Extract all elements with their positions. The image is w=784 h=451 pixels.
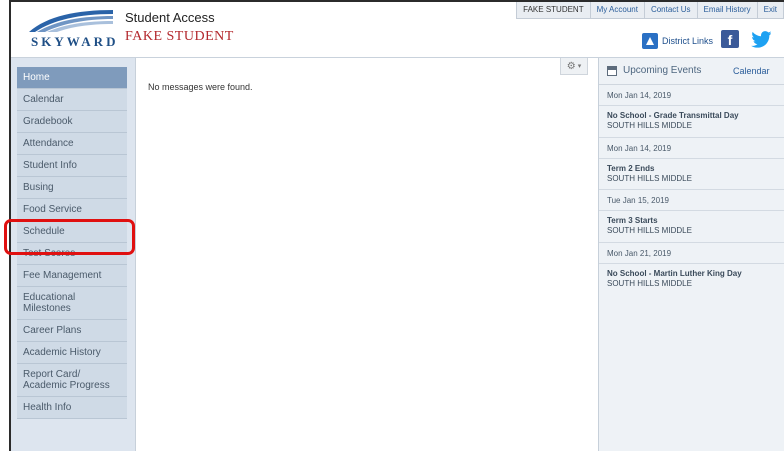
- upcoming-events-panel: Upcoming Events Calendar Mon Jan 14, 201…: [599, 58, 784, 451]
- app-title: Student Access: [125, 10, 215, 25]
- event-item[interactable]: Mon Jan 14, 2019 Term 2 Ends SOUTH HILLS…: [599, 138, 784, 183]
- event-title: No School - Grade Transmittal Day: [607, 111, 739, 120]
- settings-gear-button[interactable]: ⚙ ▾: [560, 58, 588, 75]
- top-link-contact-us[interactable]: Contact Us: [645, 2, 698, 18]
- messages-empty-text: No messages were found.: [148, 82, 253, 92]
- facebook-icon[interactable]: f: [721, 30, 739, 48]
- sidebar-item-report-card[interactable]: Report Card/ Academic Progress: [17, 364, 127, 397]
- event-location: SOUTH HILLS MIDDLE: [607, 174, 692, 183]
- sidebar-item-academic-history[interactable]: Academic History: [17, 342, 127, 364]
- event-date: Mon Jan 14, 2019: [607, 144, 672, 153]
- sidebar-item-calendar[interactable]: Calendar: [17, 89, 127, 111]
- skyward-logo: SKYWARD: [27, 8, 117, 52]
- sidebar-item-health-info[interactable]: Health Info: [17, 397, 127, 419]
- event-title: Term 3 Starts: [607, 216, 658, 225]
- chevron-down-icon: ▾: [577, 63, 582, 70]
- sidebar-item-gradebook[interactable]: Gradebook: [17, 111, 127, 133]
- logo-text: SKYWARD: [31, 34, 119, 49]
- sidebar-item-attendance[interactable]: Attendance: [17, 133, 127, 155]
- sidebar-item-home[interactable]: Home: [17, 67, 127, 89]
- sidebar-item-busing[interactable]: Busing: [17, 177, 127, 199]
- header: SKYWARD Student Access FAKE STUDENT FAKE…: [11, 2, 784, 58]
- event-title: No School - Martin Luther King Day: [607, 269, 742, 278]
- event-item[interactable]: Tue Jan 15, 2019 Term 3 Starts SOUTH HIL…: [599, 190, 784, 235]
- top-link-exit[interactable]: Exit: [758, 2, 784, 18]
- events-title: Upcoming Events: [623, 65, 702, 76]
- event-location: SOUTH HILLS MIDDLE: [607, 121, 692, 130]
- event-item[interactable]: Mon Jan 14, 2019 No School - Grade Trans…: [599, 85, 784, 130]
- top-link-email-history[interactable]: Email History: [698, 2, 758, 18]
- top-links-bar: FAKE STUDENT My Account Contact Us Email…: [516, 2, 784, 19]
- event-date: Mon Jan 21, 2019: [607, 249, 672, 258]
- logo-swoosh-icon: [29, 10, 113, 32]
- event-location: SOUTH HILLS MIDDLE: [607, 279, 692, 288]
- sidebar-item-food-service[interactable]: Food Service: [17, 199, 127, 221]
- top-link-student: FAKE STUDENT: [517, 2, 591, 18]
- district-building-icon: [642, 32, 658, 49]
- event-location: SOUTH HILLS MIDDLE: [607, 226, 692, 235]
- gear-icon: ⚙: [566, 60, 576, 72]
- sidebar-item-educational-milestones[interactable]: Educational Milestones: [17, 287, 127, 320]
- top-link-my-account[interactable]: My Account: [591, 2, 645, 18]
- schedule-highlight-outline: [4, 219, 135, 255]
- app-window: SKYWARD Student Access FAKE STUDENT FAKE…: [0, 0, 784, 451]
- events-header: Upcoming Events Calendar: [599, 58, 784, 85]
- district-links-button[interactable]: District Links: [642, 31, 713, 50]
- student-name: FAKE STUDENT: [125, 29, 234, 44]
- event-title: Term 2 Ends: [607, 164, 655, 173]
- event-date: Tue Jan 15, 2019: [607, 196, 669, 205]
- main-content: ⚙ ▾ No messages were found.: [136, 58, 599, 451]
- district-links-label: District Links: [662, 35, 714, 46]
- twitter-icon[interactable]: [751, 31, 771, 48]
- calendar-icon: [607, 66, 617, 76]
- sidebar-item-fee-management[interactable]: Fee Management: [17, 265, 127, 287]
- events-calendar-link[interactable]: Calendar: [733, 66, 770, 76]
- sidebar-item-student-info[interactable]: Student Info: [17, 155, 127, 177]
- event-date: Mon Jan 14, 2019: [607, 91, 672, 100]
- event-item[interactable]: Mon Jan 21, 2019 No School - Martin Luth…: [599, 243, 784, 288]
- sidebar-item-career-plans[interactable]: Career Plans: [17, 320, 127, 342]
